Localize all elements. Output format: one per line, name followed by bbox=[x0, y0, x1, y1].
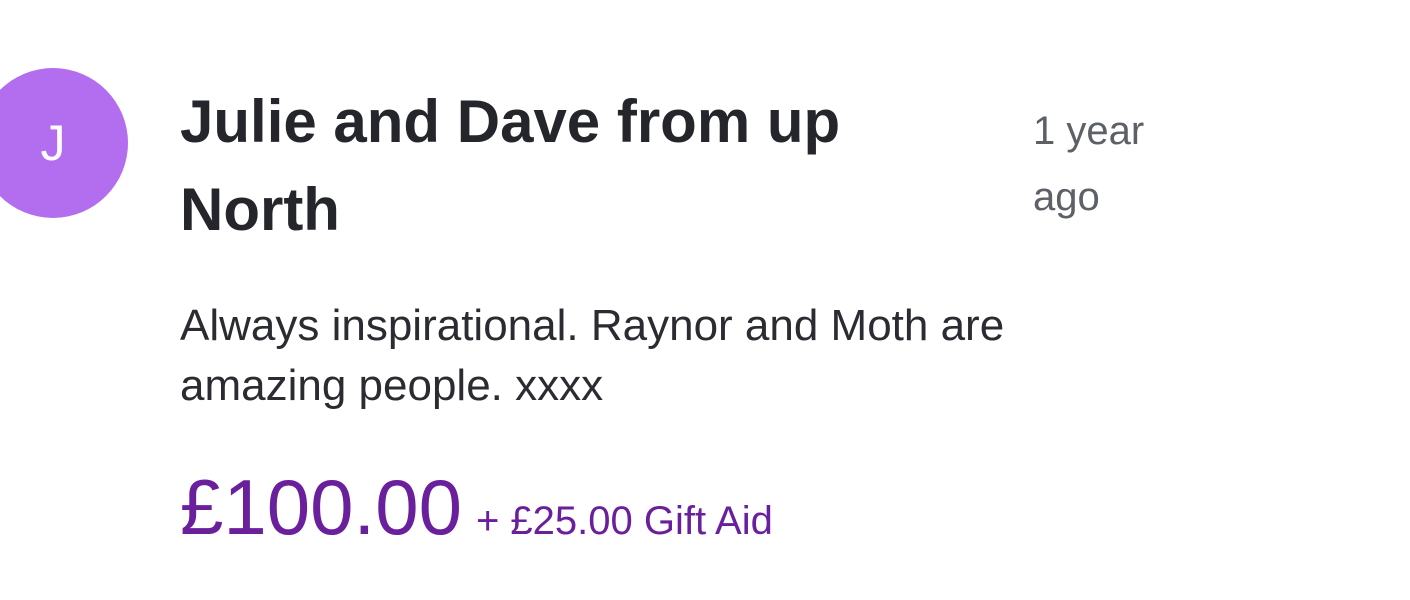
gift-aid-amount: + £25.00 Gift Aid bbox=[475, 499, 773, 543]
donation-message: Always inspirational. Raynor and Moth ar… bbox=[180, 301, 1005, 410]
donor-name: Julie and Dave from up North bbox=[180, 88, 841, 243]
avatar: J bbox=[0, 68, 128, 218]
donation-amount-row: £100.00 + £25.00 Gift Aid bbox=[180, 462, 773, 552]
donation-timestamp: 1 year ago bbox=[1033, 109, 1145, 219]
donation-card: J Julie and Dave from up North 1 year ag… bbox=[0, 0, 1410, 600]
donation-amount: £100.00 bbox=[180, 463, 462, 551]
avatar-initial: J bbox=[40, 115, 66, 171]
